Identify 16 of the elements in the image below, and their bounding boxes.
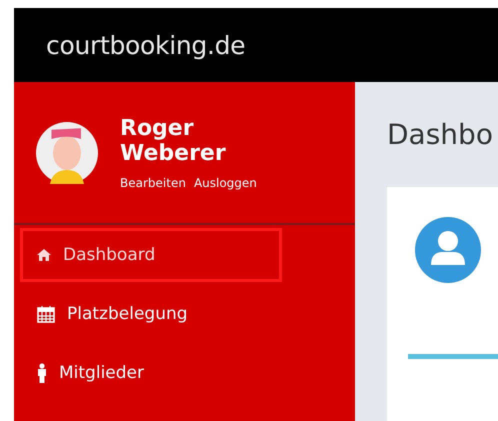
profile-link[interactable]: Ausloggen [194, 176, 257, 190]
avatar-icon [36, 122, 98, 184]
home-icon [37, 249, 51, 261]
page-title: Dashbo [387, 118, 494, 151]
sidebar-item[interactable]: Platzbelegung [20, 287, 282, 341]
site-logo[interactable]: courtbooking.de [46, 30, 246, 60]
sidebar-item[interactable]: Dashboard [20, 228, 282, 282]
user-icon [415, 217, 481, 283]
menu-label: Platzbelegung [67, 304, 188, 324]
sidebar-item[interactable]: Mitglieder [20, 346, 282, 400]
user-name: Roger Weberer [120, 116, 227, 166]
calendar-icon [37, 305, 55, 323]
person-icon [37, 363, 47, 383]
menu-label: Dashboard [63, 245, 156, 265]
profile-link[interactable]: Bearbeiten [120, 176, 186, 190]
menu-label: Mitglieder [59, 363, 144, 383]
